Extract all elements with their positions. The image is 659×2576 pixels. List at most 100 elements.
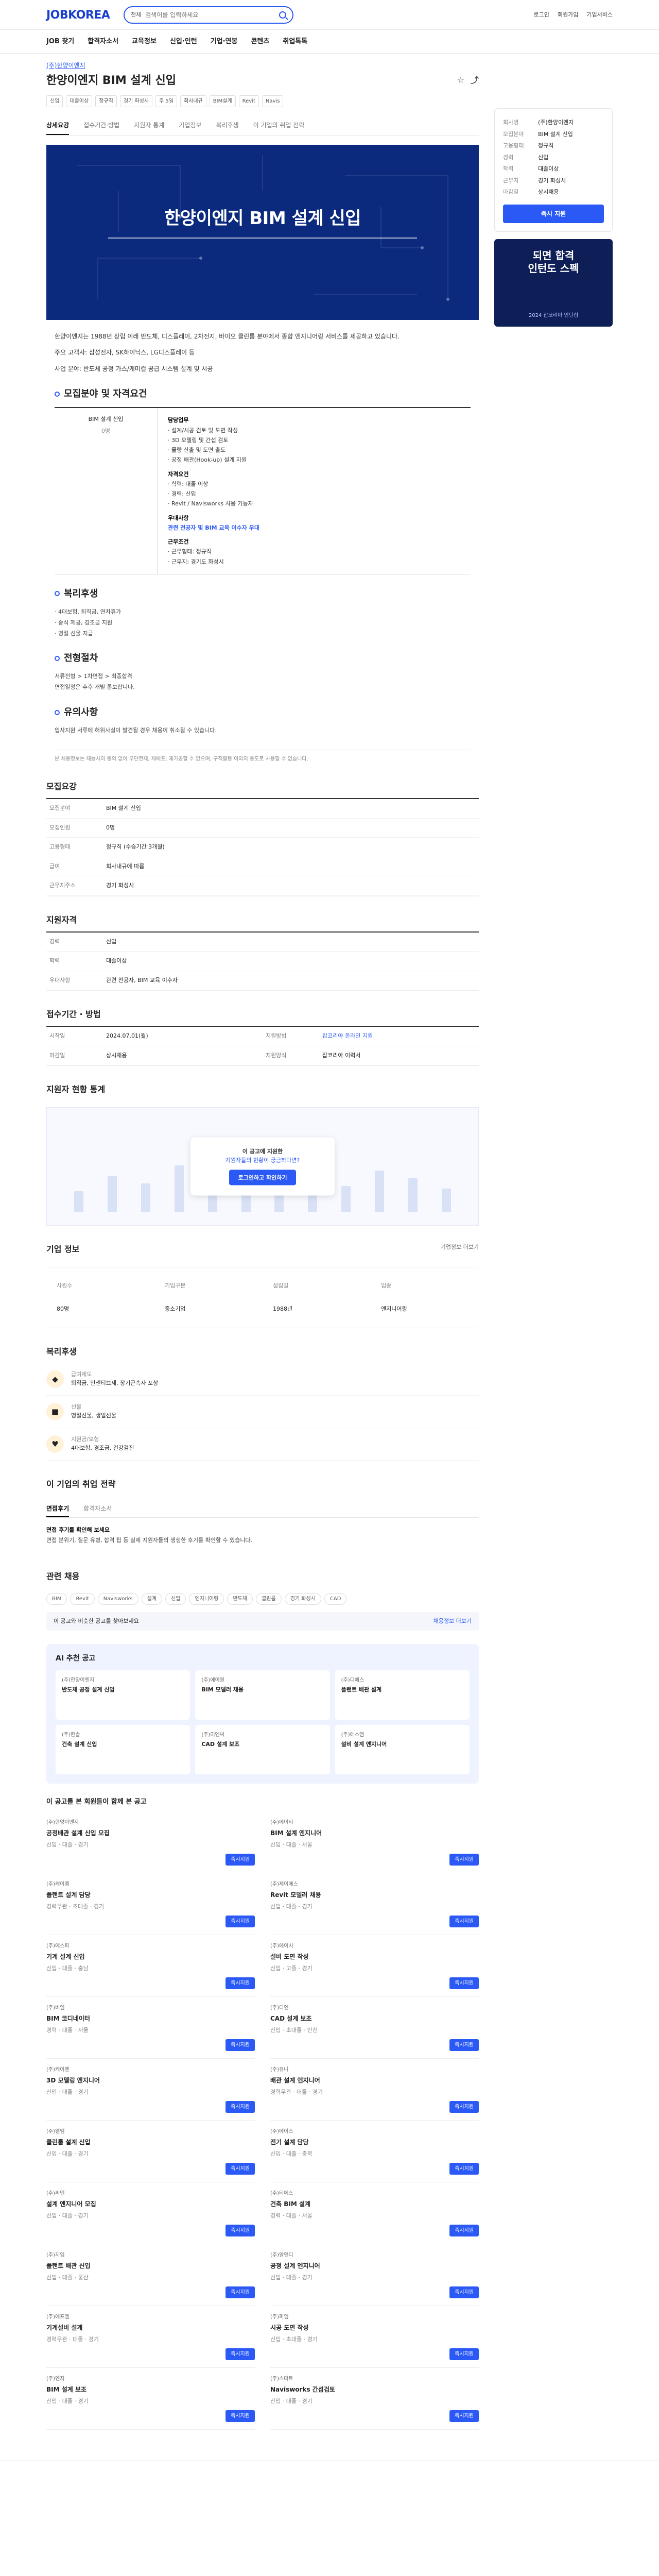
- company-info-item: 기업구분 중소기업: [154, 1267, 263, 1328]
- job-card[interactable]: (주)씨엔 설계 엔지니어 모집 신입 · 대졸 · 경기 즉시지원: [46, 2182, 255, 2244]
- tab-company[interactable]: 기업정보: [179, 116, 201, 135]
- ad-banner[interactable]: 되면 합격 인턴도 스펙 2024 잡코리아 인턴십: [494, 239, 613, 327]
- keyword-chip[interactable]: CAD: [324, 1592, 347, 1605]
- job-card[interactable]: (주)한양이엔지 공정배관 설계 신입 모집 신입 · 대졸 · 경기 즉시지원: [46, 1811, 255, 1873]
- nav-item-company[interactable]: 기업·연봉: [211, 37, 238, 47]
- quick-apply-button[interactable]: 즉시지원: [449, 1915, 479, 1927]
- info-value: 80명: [57, 1305, 70, 1312]
- quick-apply-button[interactable]: 즉시지원: [226, 1977, 255, 1989]
- quick-apply-button[interactable]: 즉시지원: [449, 2348, 479, 2360]
- tab-strategy[interactable]: 이 기업의 취업 전략: [253, 116, 305, 135]
- tab-detail[interactable]: 상세요강: [46, 116, 70, 135]
- job-card[interactable]: (주)지엠 플랜트 배관 신입 신입 · 대졸 · 울산 즉시지원: [46, 2244, 255, 2306]
- job-card[interactable]: (주)제이에스 Revit 모델러 채용 신입 · 대졸 · 경기 즉시지원: [270, 1873, 479, 1935]
- recommend-card[interactable]: (주)디에스 플랜트 배관 설계: [335, 1670, 470, 1720]
- quick-apply-button[interactable]: 즉시지원: [226, 2286, 255, 2298]
- job-card[interactable]: (주)유니 배관 설계 엔지니어 경력무관 · 대졸 · 경기 즉시지원: [270, 2059, 479, 2121]
- job-card[interactable]: (주)에이치 설비 도면 작성 신입 · 고졸 · 경기 즉시지원: [270, 1935, 479, 1997]
- keyword-chip[interactable]: Revit: [70, 1592, 95, 1605]
- card-company: (주)에이치: [270, 1943, 293, 1949]
- logo[interactable]: JOBKOREA: [46, 7, 113, 24]
- company-link[interactable]: (주)한양이엔지: [46, 62, 85, 69]
- job-card[interactable]: (주)에이스 전기 설계 담당 신입 · 대졸 · 충북 즉시지원: [270, 2121, 479, 2182]
- job-card[interactable]: (주)에스피 기계 설계 신입 신입 · 대졸 · 충남 즉시지원: [46, 1935, 255, 1997]
- keyword-chip[interactable]: BIM: [46, 1592, 67, 1605]
- job-card[interactable]: (주)케이엠 플랜트 설계 담당 경력무관 · 초대졸 · 경기 즉시지원: [46, 1873, 255, 1935]
- search-input[interactable]: [145, 11, 279, 19]
- quick-apply-button[interactable]: 즉시지원: [449, 2410, 479, 2422]
- quick-apply-button[interactable]: 즉시지원: [449, 2224, 479, 2236]
- card-title: BIM 코디네이터: [46, 2014, 90, 2022]
- job-card[interactable]: (주)디엔 CAD 설계 보조 신입 · 초대졸 · 인천 즉시지원: [270, 1997, 479, 2059]
- quick-apply-button[interactable]: 즉시지원: [226, 1915, 255, 1927]
- copyright-notice: 본 채용정보는 재능사의 동의 없이 무단전재, 재배포, 재가공할 수 없으며…: [55, 750, 471, 763]
- quick-apply-button[interactable]: 즉시지원: [226, 2162, 255, 2175]
- nav-item-talk[interactable]: 취업톡톡: [283, 37, 307, 47]
- card-company: (주)에스엠: [341, 1732, 365, 1738]
- job-card[interactable]: (주)스마트 Navisworks 간섭검토 신입 · 대졸 · 경기 즉시지원: [270, 2368, 479, 2430]
- quick-apply-button[interactable]: 즉시지원: [226, 2100, 255, 2113]
- keyword-chip[interactable]: 설계: [141, 1592, 163, 1605]
- welfare-value: 4대보험, 경조금, 건강검진: [71, 1444, 134, 1451]
- search-icon[interactable]: [279, 11, 286, 19]
- star-icon[interactable]: ☆: [457, 74, 464, 87]
- quick-apply-button[interactable]: 즉시지원: [449, 2039, 479, 2051]
- quick-apply-button[interactable]: 즉시지원: [226, 2224, 255, 2236]
- recommend-card[interactable]: (주)이엔씨 CAD 설계 보조: [195, 1725, 330, 1775]
- nav-item-edu[interactable]: 교육정보: [132, 37, 157, 47]
- job-card[interactable]: (주)피엠 시공 도면 작성 신입 · 초대졸 · 경기 즉시지원: [270, 2306, 479, 2368]
- keyword-chip[interactable]: 경기 화성시: [284, 1592, 321, 1605]
- recommend-card[interactable]: (주)한양이엔지 반도체 공정 설계 신입: [56, 1670, 190, 1720]
- quick-apply-button[interactable]: 즉시지원: [226, 2348, 255, 2360]
- keyword-chip[interactable]: 반도체: [227, 1592, 253, 1605]
- similar-banner-link[interactable]: 채용정보 더보기: [433, 1617, 472, 1626]
- tab-stats[interactable]: 지원자 통계: [134, 116, 164, 135]
- keyword-chip[interactable]: Navisworks: [97, 1592, 138, 1605]
- tab-essay[interactable]: 합격자소서: [83, 1501, 112, 1517]
- nav-item-essay[interactable]: 합격자소서: [88, 37, 118, 47]
- quick-apply-button[interactable]: 즉시지원: [226, 1853, 255, 1866]
- tag: 정규직: [95, 95, 117, 107]
- job-card[interactable]: (주)에이티 BIM 설계 엔지니어 신입 · 대졸 · 서울 즉시지원: [270, 1811, 479, 1873]
- quick-apply-button[interactable]: 즉시지원: [226, 2039, 255, 2051]
- quick-apply-button[interactable]: 즉시지원: [449, 2286, 479, 2298]
- login-to-view-button[interactable]: 로그인하고 확인하기: [229, 1170, 297, 1185]
- quick-apply-button[interactable]: 즉시지원: [449, 1977, 479, 1989]
- recommend-card[interactable]: (주)한솔 건축 설계 신입: [56, 1725, 190, 1775]
- share-icon[interactable]: ⤴: [471, 74, 479, 87]
- keyword-chip[interactable]: 클린룸: [256, 1592, 282, 1605]
- biz-link[interactable]: 기업서비스: [586, 11, 613, 20]
- recommend-card[interactable]: (주)에이원 BIM 모델러 채용: [195, 1670, 330, 1720]
- recommend-card[interactable]: (주)에스엠 설비 설계 엔지니어: [335, 1725, 470, 1775]
- job-card[interactable]: (주)비엠 BIM 코디네이터 경력 · 대졸 · 서울 즉시지원: [46, 1997, 255, 2059]
- signup-link[interactable]: 회원가입: [558, 11, 578, 20]
- row-key: 모집분야: [46, 799, 103, 819]
- tab-interview[interactable]: 면접후기: [46, 1501, 70, 1518]
- job-card[interactable]: (주)엘엠 클린룸 설계 신입 신입 · 대졸 · 경기 즉시지원: [46, 2121, 255, 2182]
- quick-apply-button[interactable]: 즉시지원: [449, 2162, 479, 2175]
- apply-now-button[interactable]: 즉시 지원: [503, 204, 604, 223]
- login-link[interactable]: 로그인: [534, 11, 549, 20]
- quick-apply-button[interactable]: 즉시지원: [449, 1853, 479, 1866]
- job-card[interactable]: (주)티에스 건축 BIM 설계 경력 · 대졸 · 서울 즉시지원: [270, 2182, 479, 2244]
- job-card[interactable]: (주)엔지 BIM 설계 보조 신입 · 대졸 · 경기 즉시지원: [46, 2368, 255, 2430]
- search-scope[interactable]: 전체: [131, 11, 141, 20]
- similar-banner[interactable]: 이 공고와 비슷한 공고를 찾아보세요 채용정보 더보기: [46, 1612, 479, 1631]
- search-bar[interactable]: 전체: [124, 6, 293, 24]
- row-key: 지원양식: [263, 1046, 319, 1066]
- keyword-chip[interactable]: 신입: [165, 1592, 186, 1605]
- company-more-link[interactable]: 기업정보 더보기: [441, 1243, 479, 1256]
- list-item: · 명절 선물 지급: [55, 630, 93, 637]
- job-card[interactable]: (주)알앤디 공정 설계 엔지니어 신입 · 대졸 · 경기 즉시지원: [270, 2244, 479, 2306]
- tab-apply[interactable]: 접수기간·방법: [83, 116, 119, 135]
- nav-item-content[interactable]: 콘텐츠: [251, 37, 269, 47]
- nav-item-intern[interactable]: 신입·인턴: [170, 37, 197, 47]
- job-card[interactable]: (주)케이엔 3D 모델링 엔지니어 신입 · 대졸 · 경기 즉시지원: [46, 2059, 255, 2121]
- tab-welfare[interactable]: 복리후생: [216, 116, 238, 135]
- quick-apply-button[interactable]: 즉시지원: [226, 2410, 255, 2422]
- keyword-chip[interactable]: 엔지니어링: [189, 1592, 224, 1605]
- nav-item-job[interactable]: JOB 찾기: [46, 37, 74, 47]
- detail-tabs: 상세요강 접수기간·방법 지원자 통계 기업정보 복리후생 이 기업의 취업 전…: [46, 116, 479, 135]
- job-card[interactable]: (주)에프엠 기계설비 설계 경력무관 · 대졸 · 경기 즉시지원: [46, 2306, 255, 2368]
- quick-apply-button[interactable]: 즉시지원: [449, 2100, 479, 2113]
